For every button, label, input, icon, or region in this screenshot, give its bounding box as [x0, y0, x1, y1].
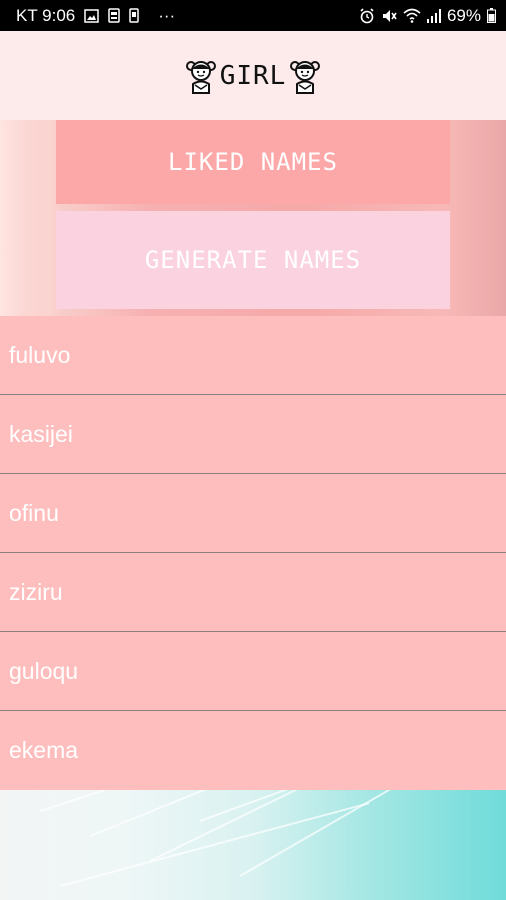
liked-names-button[interactable]: LIKED NAMES: [56, 120, 450, 204]
bottom-background-image: [0, 790, 506, 900]
name-list-item[interactable]: guloqu: [0, 632, 506, 711]
name-list-item[interactable]: fuluvo: [0, 316, 506, 395]
gallery-notification-icon: [84, 8, 99, 23]
mute-icon: [381, 8, 397, 24]
phone-notification-icon: [129, 8, 139, 23]
status-bar: KT 9:06 ··· 69%: [0, 0, 506, 31]
name-list-item[interactable]: ekema: [0, 711, 506, 790]
signal-icon: [426, 8, 441, 23]
app-header: GIRL: [0, 31, 506, 120]
generate-names-button[interactable]: GENERATE NAMES: [56, 211, 450, 309]
status-time: KT 9:06: [16, 5, 76, 25]
wifi-icon: [403, 8, 421, 23]
hero-background: LIKED NAMES GENERATE NAMES: [0, 120, 506, 316]
more-notifications-icon: ···: [158, 5, 176, 25]
hero-glow: [0, 120, 60, 316]
battery-icon: [487, 8, 496, 23]
name-list-item[interactable]: ofinu: [0, 474, 506, 553]
girl-icon: [290, 58, 321, 94]
name-list: fuluvo kasijei ofinu ziziru guloqu ekema: [0, 316, 506, 790]
name-list-item[interactable]: ziziru: [0, 553, 506, 632]
name-list-item[interactable]: kasijei: [0, 395, 506, 474]
device-notification-icon: [108, 8, 120, 23]
girl-icon: [185, 58, 216, 94]
alarm-icon: [359, 7, 375, 24]
battery-percent: 69%: [446, 5, 481, 25]
page-title: GIRL: [219, 60, 287, 91]
